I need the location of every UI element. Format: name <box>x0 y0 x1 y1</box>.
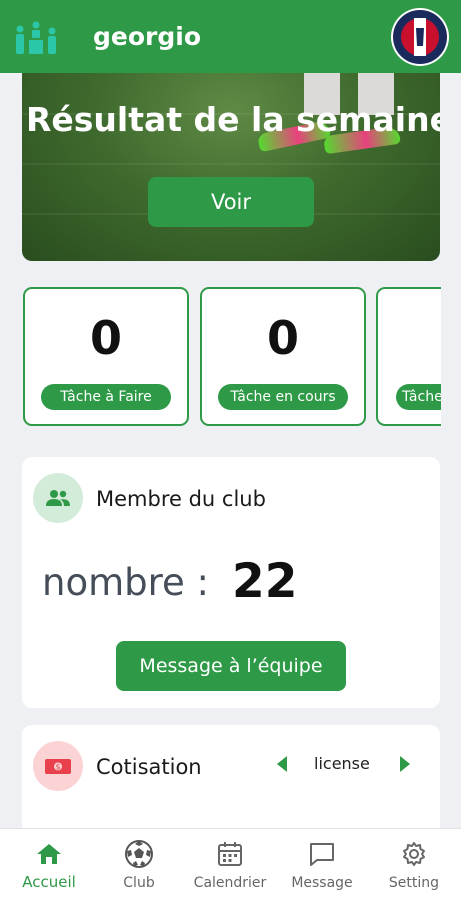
task-count: 0 <box>266 311 299 365</box>
psg-crest-icon <box>393 10 447 64</box>
username: georgio <box>93 22 201 51</box>
voir-button[interactable]: Voir <box>148 177 314 227</box>
members-card: Membre du club nombre : 22 Message à l’é… <box>22 457 440 708</box>
nav-label: Setting <box>388 875 440 891</box>
group-icon <box>33 473 83 523</box>
bottom-navigation: Accueil Club Calendrier Message Setting <box>0 828 461 900</box>
hero-title: Résultat de la semaine <box>26 100 440 139</box>
task-card-todo[interactable]: 0 Tâche à Faire <box>23 287 189 426</box>
nav-label: Accueil <box>22 873 76 891</box>
cotisation-selector-value: license <box>314 754 370 773</box>
cotisation-card: $ Cotisation license <box>22 725 440 835</box>
nav-item-club[interactable]: Club <box>93 829 185 900</box>
calendar-icon <box>215 839 245 869</box>
task-card-in-progress[interactable]: 0 Tâche en cours <box>200 287 366 426</box>
podium-icon[interactable] <box>12 20 60 56</box>
app-bar: georgio <box>0 0 461 73</box>
banknote-icon: $ <box>33 741 83 791</box>
task-cards-row[interactable]: 0 Tâche à Faire 0 Tâche en cours 0 Tâche <box>0 287 441 427</box>
club-logo[interactable] <box>391 8 449 66</box>
nav-item-accueil[interactable]: Accueil <box>3 829 95 900</box>
member-count-label: nombre : <box>42 561 210 604</box>
weekly-results-banner: Résultat de la semaine Voir <box>22 73 440 261</box>
svg-text:$: $ <box>55 763 60 772</box>
cotisation-title: Cotisation <box>96 755 202 779</box>
nav-item-calendrier[interactable]: Calendrier <box>184 829 276 900</box>
members-title: Membre du club <box>96 487 266 511</box>
nav-label: Club <box>123 875 155 891</box>
nav-label: Message <box>291 875 353 891</box>
previous-arrow-icon[interactable] <box>277 756 287 772</box>
nav-label: Calendrier <box>193 875 267 891</box>
soccer-ball-icon <box>124 839 154 869</box>
nav-item-message[interactable]: Message <box>276 829 368 900</box>
task-label: Tâche à Faire <box>41 384 171 410</box>
task-label: Tâche en cours <box>218 384 348 410</box>
next-arrow-icon[interactable] <box>400 756 410 772</box>
gear-icon <box>399 839 429 869</box>
nav-item-setting[interactable]: Setting <box>368 829 460 900</box>
task-card-done[interactable]: 0 Tâche <box>376 287 441 426</box>
task-count: 0 <box>89 311 122 365</box>
home-icon <box>34 839 64 869</box>
message-icon <box>307 839 337 869</box>
member-count-value: 22 <box>232 554 298 609</box>
task-label: Tâche <box>396 384 441 410</box>
task-count: 0 <box>378 311 441 365</box>
message-team-button[interactable]: Message à l’équipe <box>116 641 346 691</box>
